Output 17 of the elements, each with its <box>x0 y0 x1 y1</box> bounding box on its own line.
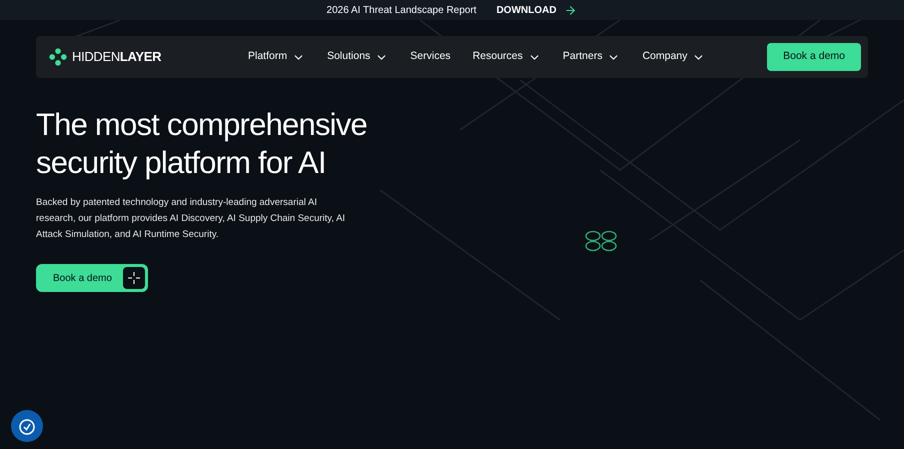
nav-item[interactable]: Platform <box>248 49 306 65</box>
hero-description: Backed by patented technology and industry-leading adversarial AI research, our platform provides AI Discovery, AI Supply Chain Security, AI Attack Simulation, and AI Runtime Security. <box>36 196 346 242</box>
accessibility-button[interactable] <box>11 410 43 442</box>
hero-title: The most comprehensive security platform for AI <box>36 106 368 182</box>
crosshair-icon <box>123 267 145 289</box>
nav-item[interactable]: Solutions <box>327 49 388 65</box>
download-link[interactable]: DOWNLOAD <box>496 2 578 18</box>
nav-item[interactable]: Resources <box>472 49 541 65</box>
arrow-right-icon <box>564 4 578 16</box>
logo-wordmark: HIDDENLAYER <box>72 48 162 66</box>
nav-item[interactable]: Services <box>410 49 451 65</box>
announcement-text: 2026 AI Threat Landscape Report <box>326 4 476 18</box>
nav-item[interactable]: Partners <box>562 49 620 65</box>
logo-icon <box>48 47 68 67</box>
book-demo-button[interactable]: Book a demo <box>767 43 861 71</box>
book-demo-button[interactable]: Book a demo <box>36 264 148 292</box>
nav-item[interactable]: Company <box>642 49 706 65</box>
